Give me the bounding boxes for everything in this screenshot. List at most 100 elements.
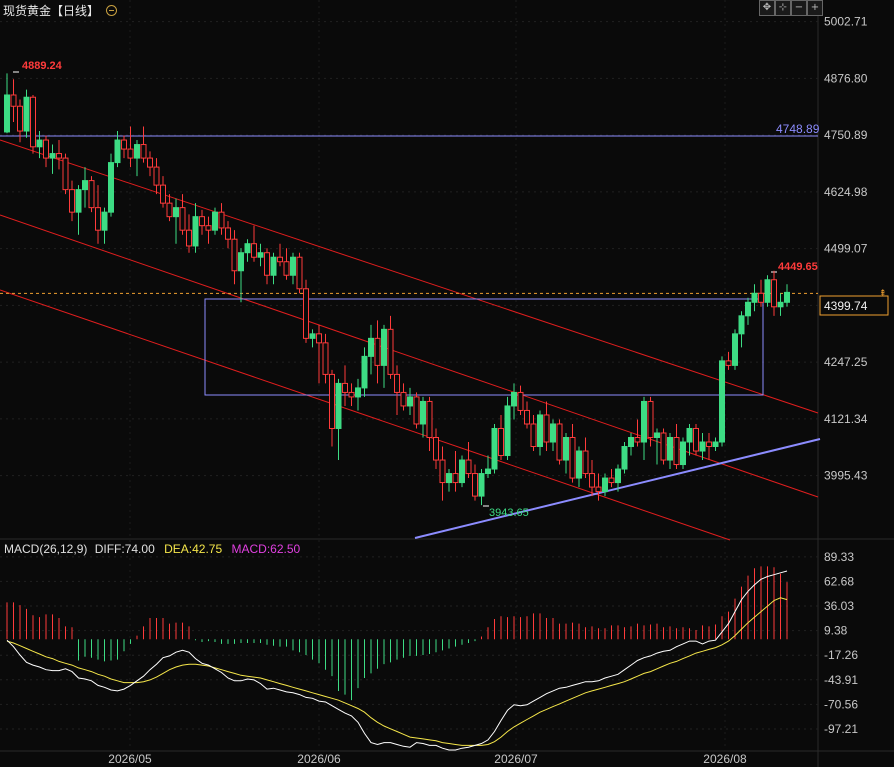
candle-body — [173, 207, 179, 218]
candle-body — [712, 441, 719, 448]
candle-body — [784, 291, 790, 303]
macd-tick-label: 36.03 — [824, 599, 854, 613]
candle-body — [634, 436, 641, 443]
candle — [153, 158, 160, 195]
candle-body — [36, 139, 43, 148]
candle-body — [426, 400, 433, 438]
candle-body — [764, 279, 771, 303]
candle — [121, 135, 127, 159]
channel-upper-line — [0, 139, 819, 414]
candle — [784, 284, 790, 307]
candle — [621, 442, 628, 474]
candle-body — [296, 256, 303, 290]
candle — [290, 252, 296, 285]
candle-body — [264, 252, 270, 276]
candle — [296, 252, 303, 294]
candle-body — [179, 207, 186, 231]
channel-lower-line — [0, 289, 731, 541]
candle — [257, 243, 264, 267]
candle — [329, 369, 335, 447]
macd-pane[interactable]: 89.33 62.68 36.03 9.38 -17.26 -43.91 -70.56 -97… — [4, 542, 858, 751]
circle-minus-icon[interactable] — [106, 5, 118, 16]
move-icon[interactable]: ✥ — [759, 0, 775, 16]
candle — [95, 185, 101, 244]
candle-body — [186, 229, 192, 247]
macd-tick-label: 89.33 — [824, 550, 854, 564]
time-axis: 2026/05 2026/06 2026/07 2026/08 — [108, 752, 747, 766]
candle — [82, 167, 88, 208]
candle-body — [628, 436, 634, 448]
candlestick-series — [4, 73, 790, 506]
candle-body — [30, 96, 36, 148]
candle-body — [511, 391, 517, 407]
candle — [4, 73, 10, 134]
candle-body — [69, 189, 75, 213]
candle-body — [485, 468, 491, 475]
candle — [563, 432, 569, 474]
candle-body — [777, 301, 784, 308]
candle — [166, 194, 173, 222]
consolidation-box — [204, 298, 764, 396]
candle-body — [335, 382, 342, 429]
candle — [628, 432, 634, 456]
candle-body — [517, 391, 524, 411]
candle-body — [758, 292, 764, 303]
price-tick-label: 4750.89 — [824, 128, 868, 142]
candle-body — [225, 227, 231, 240]
candle — [147, 151, 153, 177]
candle — [491, 423, 498, 474]
candle-body — [537, 414, 543, 448]
candle-body — [706, 441, 712, 448]
candle-body — [407, 396, 413, 407]
candle — [205, 216, 212, 244]
candle — [231, 230, 238, 285]
candle — [173, 198, 179, 244]
candle-body — [244, 243, 251, 254]
candle-body — [459, 459, 465, 484]
candle-body — [303, 288, 309, 339]
candle-body — [472, 473, 478, 497]
candle-body — [205, 225, 212, 231]
candle — [192, 203, 199, 253]
candle-body — [329, 373, 335, 429]
candle — [524, 401, 530, 429]
candle-body — [290, 256, 296, 276]
candle — [361, 347, 368, 397]
candle-body — [134, 144, 140, 159]
candle-body — [270, 256, 277, 276]
price-tick-label: 4499.07 — [824, 242, 868, 256]
candle — [634, 419, 641, 447]
candle — [283, 248, 290, 280]
candle-body — [686, 427, 693, 443]
price-alert-icon[interactable]: ⇞ — [879, 288, 887, 298]
candle — [56, 140, 62, 170]
candle — [745, 297, 751, 325]
macd-tick-label: -97.21 — [824, 722, 858, 736]
candle — [589, 460, 595, 497]
candle-body — [17, 105, 23, 132]
candle-body — [348, 391, 355, 398]
candle — [699, 432, 706, 461]
crosshair-icon[interactable]: ⊹ — [775, 0, 791, 16]
candle — [725, 351, 732, 370]
candle-body — [550, 423, 556, 443]
candle — [270, 252, 277, 285]
candle — [654, 428, 660, 465]
candle-body — [745, 301, 751, 317]
macd-legend: MACD(26,12,9) DIFF:74.00 DEA:42.75 MACD:… — [4, 542, 301, 556]
zoom-in-icon[interactable]: + — [807, 0, 823, 16]
candle-body — [166, 202, 173, 218]
candle-body — [75, 189, 82, 213]
candle — [472, 464, 478, 501]
macd-tick-label: 9.38 — [824, 624, 848, 638]
candle — [420, 396, 426, 438]
zoom-out-icon[interactable]: − — [791, 0, 807, 16]
price-pane[interactable]: 4889.24 3943.65 4449.65 4748.89 5002.71 4… — [0, 15, 889, 541]
candle — [465, 442, 472, 479]
candle-body — [400, 391, 407, 407]
candle — [758, 279, 764, 307]
candle — [517, 385, 524, 415]
high-label: 4889.24 — [22, 60, 63, 72]
candle — [160, 176, 166, 208]
candle-body — [238, 252, 244, 272]
